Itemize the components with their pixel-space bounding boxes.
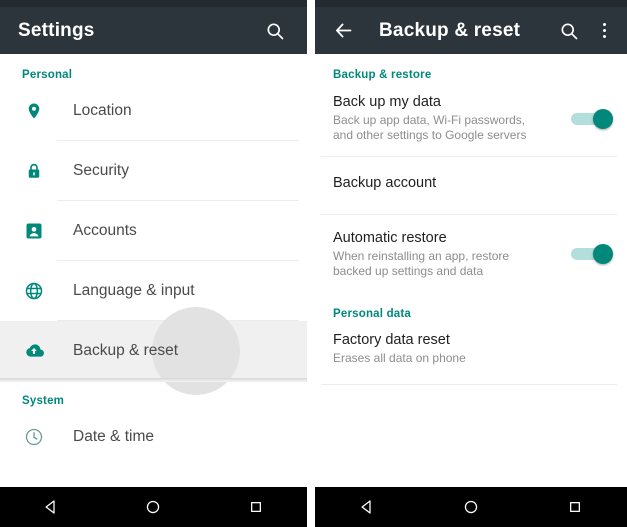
recents-button[interactable]: [548, 487, 602, 527]
sidebar-item-label: Language & input: [73, 282, 195, 299]
sidebar-item-location[interactable]: Location: [0, 81, 307, 141]
sidebar-item-backup-reset[interactable]: Backup & reset: [0, 307, 307, 395]
sidebar-item-security[interactable]: Security: [0, 141, 307, 201]
panel-separator: [307, 0, 315, 527]
sidebar-item-label: Backup & reset: [73, 342, 179, 359]
list-item-automatic-restore[interactable]: Automatic restore When reinstalling an a…: [315, 215, 627, 292]
section-header-personal: Personal: [22, 69, 73, 81]
sidebar-item-label: Accounts: [73, 222, 137, 239]
overflow-dots: [602, 23, 606, 38]
account-card-icon: [20, 221, 48, 241]
dual-screenshot-composite: Settings Personal Location Security Acco…: [0, 0, 627, 527]
list-item-title: Backup account: [333, 175, 437, 191]
recents-button[interactable]: [229, 487, 283, 527]
sidebar-item-accounts[interactable]: Accounts: [0, 201, 307, 261]
home-button[interactable]: [444, 487, 498, 527]
list-item-back-up-my-data[interactable]: Back up my data Back up app data, Wi-Fi …: [315, 81, 627, 156]
android-navbar-right: [315, 487, 627, 527]
list-item-title: Back up my data: [333, 94, 441, 110]
clock-icon: [20, 427, 48, 447]
list-item-subtitle: When reinstalling an app, restore backed…: [333, 249, 510, 278]
automatic-restore-toggle[interactable]: [571, 243, 613, 264]
toggle-thumb: [593, 243, 613, 264]
android-navbar-left: [0, 487, 307, 527]
sidebar-item-label: Security: [73, 162, 129, 179]
list-item-title: Automatic restore: [333, 230, 447, 246]
list-item-title: Factory data reset: [333, 332, 450, 348]
page-title: Settings: [18, 19, 95, 41]
back-button[interactable]: [24, 487, 78, 527]
status-bar-left: [0, 0, 307, 7]
section-header-backup-restore: Backup & restore: [333, 69, 432, 81]
section-header-personal-data: Personal data: [333, 308, 412, 320]
row-divider: [321, 384, 617, 385]
overflow-menu-icon[interactable]: [589, 11, 619, 51]
lock-icon: [20, 160, 48, 182]
page-title: Backup & reset: [379, 19, 521, 41]
settings-list: Personal Location Security Accounts Lang…: [0, 54, 307, 487]
search-icon[interactable]: [549, 11, 589, 51]
cloud-upload-icon: [20, 342, 48, 360]
globe-icon: [20, 281, 48, 301]
back-button[interactable]: [340, 487, 394, 527]
settings-appbar: Settings: [0, 7, 307, 54]
home-button[interactable]: [126, 487, 180, 527]
section-header-system: System: [22, 395, 65, 407]
sidebar-item-label: Location: [73, 102, 132, 119]
backup-reset-list: Backup & restore Back up my data Back up…: [315, 54, 627, 487]
list-item-backup-account[interactable]: Backup account: [315, 157, 627, 214]
backup-reset-appbar: Backup & reset: [315, 7, 627, 54]
back-up-my-data-toggle[interactable]: [571, 108, 613, 129]
settings-panel: Settings Personal Location Security Acco…: [0, 0, 307, 527]
location-pin-icon: [20, 100, 48, 122]
sidebar-item-date-time[interactable]: Date & time: [0, 407, 307, 467]
sidebar-item-language-input[interactable]: Language & input: [0, 261, 307, 321]
list-item-subtitle: Back up app data, Wi-Fi passwords, and o…: [333, 113, 527, 142]
search-icon[interactable]: [255, 11, 295, 51]
sidebar-item-label: Date & time: [73, 428, 154, 445]
list-item-subtitle: Erases all data on phone: [333, 351, 466, 365]
status-bar-right: [315, 0, 627, 7]
toggle-thumb: [593, 108, 613, 129]
backup-reset-panel: Backup & reset Backup & restore Back up …: [315, 0, 627, 527]
back-arrow-icon[interactable]: [321, 11, 365, 51]
list-item-factory-data-reset[interactable]: Factory data reset Erases all data on ph…: [315, 320, 627, 384]
